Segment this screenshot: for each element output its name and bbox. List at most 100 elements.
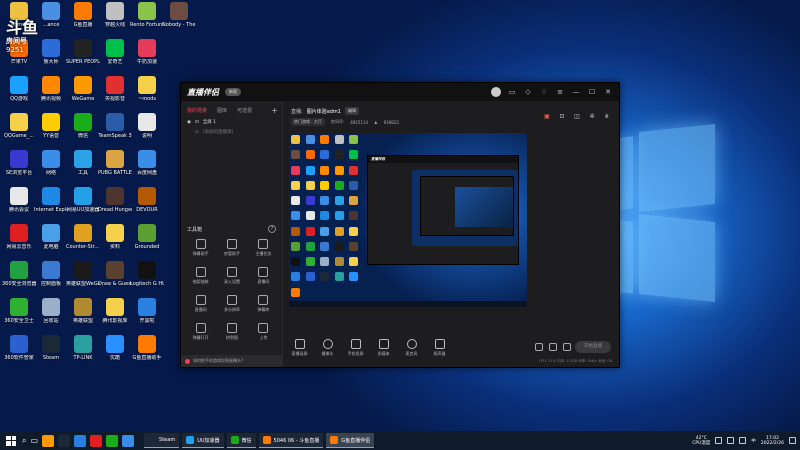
pinned-app-icon[interactable] — [122, 434, 135, 447]
gift-icon[interactable]: ▣ — [543, 113, 551, 121]
desktop-icon[interactable]: QQ游戏 — [2, 76, 36, 102]
toolbox-item[interactable]: 房管助手 — [216, 239, 247, 257]
desktop-icon[interactable]: 央视影音 — [98, 76, 132, 102]
toolbox-item[interactable]: 弹幕库 — [248, 295, 279, 313]
bag-icon[interactable]: ◫ — [573, 113, 581, 121]
settings-icon[interactable] — [563, 343, 571, 351]
toolbox-item[interactable]: 抽奖抽装 — [185, 267, 216, 285]
desktop-icon[interactable]: PUBG BATTLEGR... — [98, 150, 132, 176]
minimize-icon[interactable]: — — [571, 87, 581, 97]
network-icon[interactable] — [727, 437, 735, 444]
lock-icon[interactable]: ⊡ — [195, 130, 199, 135]
desktop-icon[interactable]: 百度网盘 — [130, 150, 164, 176]
clock[interactable]: 17:02 2022/2/26 — [761, 436, 784, 446]
toolbox-item[interactable]: 上传 — [248, 323, 279, 341]
tip-bar[interactable]: 如何把手机游戏投到直播头? — [181, 355, 283, 367]
desktop-icon[interactable]: TP-LINK — [66, 335, 100, 361]
tab-library[interactable]: 图库 — [217, 107, 227, 114]
desktop-icon[interactable]: 腾讯影视库 — [98, 298, 132, 324]
desktop-icon[interactable]: 360软件管家 — [2, 335, 36, 361]
record-icon[interactable] — [535, 343, 543, 351]
lock-icon[interactable]: ⊡ — [195, 120, 199, 125]
desktop-icon[interactable]: 控制面板 — [34, 261, 68, 287]
desktop-icon[interactable]: Internet Explorer — [34, 187, 68, 213]
desktop-icon[interactable]: Logitech G HUB — [130, 261, 164, 287]
desktop-icon[interactable]: 开黑啦 — [130, 298, 164, 324]
desktop-icon[interactable]: Rento Fortune -... — [130, 2, 164, 28]
pinned-app-icon[interactable] — [74, 434, 87, 447]
desktop-icon[interactable]: WeGame — [66, 76, 100, 102]
share-icon[interactable]: ⋔ — [603, 113, 611, 121]
skin-icon[interactable]: ◇ — [523, 87, 533, 97]
pinned-app-icon[interactable] — [58, 434, 71, 447]
desktop-icon[interactable]: 腾讯会议 — [2, 187, 36, 213]
task-view-icon[interactable]: ▭ — [30, 436, 38, 445]
desktop-icon[interactable]: Counter-Str... Global Off... — [66, 224, 100, 250]
desktop-icon[interactable]: Dread Hunger — [98, 187, 132, 213]
toolbox-item[interactable]: 直播间 — [248, 267, 279, 285]
toolbox-item[interactable]: 弹幕助手 — [185, 239, 216, 257]
desktop-icon[interactable]: DEVOUR — [130, 187, 164, 213]
desktop-icon[interactable]: YY语音 — [34, 113, 68, 139]
pinned-app-icon[interactable] — [42, 434, 55, 447]
message-icon[interactable]: ▭ — [507, 87, 517, 97]
phone-cast-button[interactable]: 手机投屏 — [343, 339, 368, 357]
desktop-icon[interactable]: 英雄联盟 — [66, 298, 100, 324]
microphone-button[interactable]: 麦克风 — [399, 339, 424, 357]
desktop-icon[interactable]: 穿越火线 — [98, 2, 132, 28]
desktop-icon[interactable]: Nobody - The Turna... — [162, 2, 196, 28]
desktop-icon[interactable]: G鱼直播助手 — [130, 335, 164, 361]
desktop-icon[interactable]: 资料 — [98, 224, 132, 250]
toolbox-item[interactable]: 多分辨率 — [216, 295, 247, 313]
scene-item[interactable]: ◉ ⊡ (添加的直播源) — [181, 127, 282, 137]
desktop-icon[interactable]: Draw & Guess — [98, 261, 132, 287]
desktop-icon[interactable]: SE浏览平台 — [2, 150, 36, 176]
lock-icon[interactable]: ⊡ — [558, 113, 566, 121]
desktop-icon[interactable]: 网易UU加速器 — [66, 187, 100, 213]
toolbox-item[interactable]: 拼到图 — [216, 323, 247, 341]
desktop-icon[interactable]: 优酷 — [98, 335, 132, 361]
desktop-icon[interactable]: 回收站 — [34, 298, 68, 324]
desktop-icon[interactable]: Grounded — [130, 224, 164, 250]
menu-icon[interactable]: ≡ — [555, 87, 565, 97]
desktop-icon[interactable]: 英雄联盟WeGame版 — [66, 261, 100, 287]
camera-button[interactable]: 摄像头 — [315, 339, 340, 357]
desktop-icon[interactable]: 网络 — [34, 150, 68, 176]
desktop-icon[interactable]: 爱奇艺 — [98, 39, 132, 65]
desktop-icon[interactable]: TeamSpeak 3 — [98, 113, 132, 139]
desktop-icon[interactable]: G鱼直播 — [66, 2, 100, 28]
pinned-app-icon[interactable] — [90, 434, 103, 447]
close-icon[interactable]: ✕ — [603, 87, 613, 97]
settings-icon[interactable]: ✲ — [588, 113, 596, 121]
start-live-button[interactable]: 开始直播 — [575, 341, 611, 353]
volume-icon[interactable] — [739, 437, 747, 444]
taskbar-task[interactable]: Steam — [144, 433, 180, 448]
taskbar-task[interactable]: UU加速器 — [182, 433, 224, 448]
tab-visible[interactable]: 可选视 — [237, 107, 252, 114]
cpu-temp[interactable]: 42°C CPU温度 — [692, 436, 710, 446]
tab-my-scenes[interactable]: 我的场景 — [187, 107, 207, 114]
desktop-icon[interactable]: QQGame_... — [2, 113, 36, 139]
desktop-icon[interactable]: SUPER PEOPLE CBT — [66, 39, 100, 65]
desktop-icon[interactable]: 微信 — [66, 113, 100, 139]
desktop-icon[interactable]: 网易云音乐 — [2, 224, 36, 250]
desktop-icon[interactable]: ~mods — [130, 76, 164, 102]
eye-icon[interactable] — [549, 343, 557, 351]
ime-indicator[interactable]: 中 — [751, 438, 756, 444]
desktop-icon[interactable]: 360安全卫士 — [2, 298, 36, 324]
toolbox-item[interactable]: 主播任务 — [248, 239, 279, 257]
shirt-icon[interactable]: ♢ — [539, 87, 549, 97]
version-badge[interactable]: 新版 — [225, 88, 241, 96]
start-button[interactable] — [4, 434, 18, 448]
desktop-icon[interactable]: 牛奶加速 — [130, 39, 164, 65]
taskbar-task[interactable]: G鱼直播伴侣 — [326, 433, 375, 448]
maximize-icon[interactable]: ☐ — [587, 87, 597, 97]
eye-icon[interactable]: ◉ — [187, 120, 191, 125]
speaker-button[interactable]: 扬声器 — [427, 339, 452, 357]
chevron-up-icon[interactable] — [715, 437, 723, 444]
screen-capture-button[interactable]: 直播录屏 — [287, 339, 312, 357]
taskbar-task[interactable]: 5046 06 - 斗鱼直播 — [258, 433, 324, 448]
pinned-app-icon[interactable] — [106, 434, 119, 447]
desktop-icon[interactable]: 说明 — [130, 113, 164, 139]
notification-icon[interactable] — [789, 437, 796, 444]
